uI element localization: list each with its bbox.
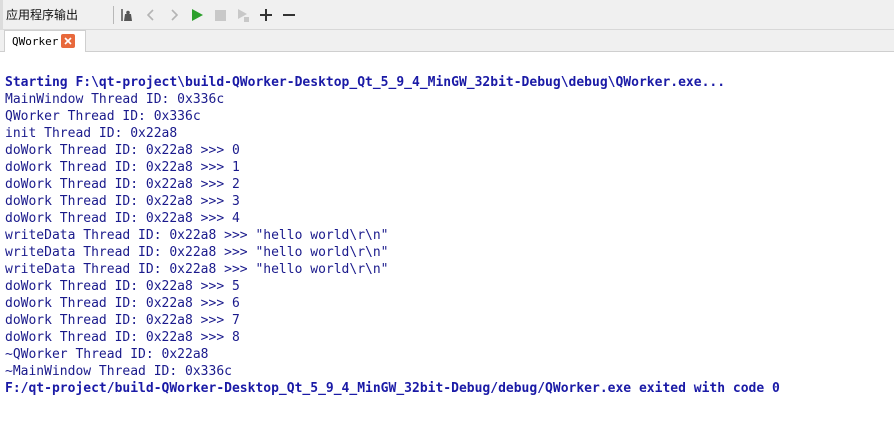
output-line: doWork Thread ID: 0x22a8 >>> 1	[5, 160, 240, 175]
output-line: doWork Thread ID: 0x22a8 >>> 5	[5, 279, 240, 294]
next-item-icon	[171, 9, 179, 21]
output-line: ~MainWindow Thread ID: 0x336c	[5, 364, 232, 379]
output-line: doWork Thread ID: 0x22a8 >>> 3	[5, 194, 240, 209]
toolbar-separator	[113, 6, 114, 24]
output-status-line: F:/qt-project/build-QWorker-Desktop_Qt_5…	[5, 381, 780, 396]
next-item-button[interactable]	[165, 6, 183, 24]
tab-close-button[interactable]	[61, 34, 75, 48]
output-pane-toolbar: 应用程序输出	[0, 0, 894, 30]
output-tab-bar: QWorker	[0, 30, 894, 52]
rerun-icon	[238, 9, 249, 22]
output-line: doWork Thread ID: 0x22a8 >>> 0	[5, 143, 240, 158]
output-line: MainWindow Thread ID: 0x336c	[5, 92, 225, 107]
output-line: doWork Thread ID: 0x22a8 >>> 8	[5, 330, 240, 345]
output-line: doWork Thread ID: 0x22a8 >>> 2	[5, 177, 240, 192]
output-line: writeData Thread ID: 0x22a8 >>> "hello w…	[5, 228, 389, 243]
zoom-in-icon	[260, 9, 272, 21]
output-line: writeData Thread ID: 0x22a8 >>> "hello w…	[5, 262, 389, 277]
output-line: QWorker Thread ID: 0x336c	[5, 109, 201, 124]
stop-icon	[215, 10, 226, 21]
zoom-out-icon	[283, 14, 295, 16]
output-line: writeData Thread ID: 0x22a8 >>> "hello w…	[5, 245, 389, 260]
tab-close-icon	[64, 37, 72, 45]
output-line: init Thread ID: 0x22a8	[5, 126, 178, 141]
previous-item-button[interactable]	[142, 6, 160, 24]
stop-button[interactable]	[211, 6, 229, 24]
output-status-line: Starting F:\qt-project\build-QWorker-Des…	[5, 75, 726, 90]
zoom-out-button[interactable]	[280, 6, 298, 24]
attach-debugger-button[interactable]	[118, 6, 136, 24]
rerun-button[interactable]	[234, 6, 252, 24]
output-line: doWork Thread ID: 0x22a8 >>> 7	[5, 313, 240, 328]
output-line: ~QWorker Thread ID: 0x22a8	[5, 347, 209, 362]
tab-qworker[interactable]: QWorker	[4, 30, 86, 52]
pane-title[interactable]: 应用程序输出	[3, 5, 110, 25]
output-log: Starting F:\qt-project\build-QWorker-Des…	[5, 74, 780, 397]
application-output-area[interactable]: Starting F:\qt-project\build-QWorker-Des…	[0, 52, 894, 427]
zoom-in-button[interactable]	[257, 6, 275, 24]
run-icon	[192, 9, 203, 21]
output-line: doWork Thread ID: 0x22a8 >>> 6	[5, 296, 240, 311]
previous-item-icon	[146, 9, 154, 21]
output-line: doWork Thread ID: 0x22a8 >>> 4	[5, 211, 240, 226]
tab-label: QWorker	[12, 35, 59, 48]
run-button[interactable]	[188, 6, 206, 24]
attach-debugger-icon	[121, 9, 132, 21]
